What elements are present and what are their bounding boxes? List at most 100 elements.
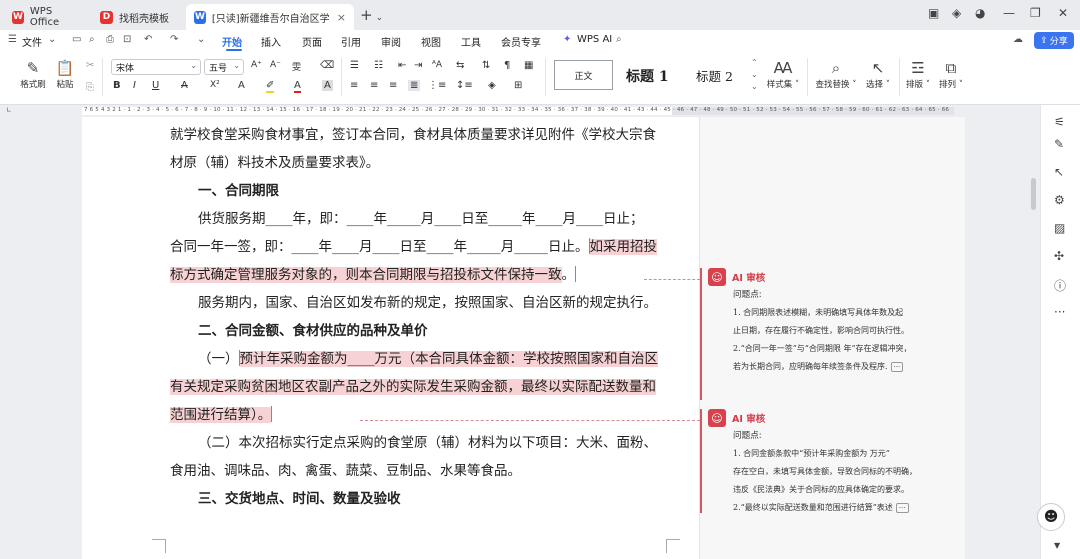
align-center-icon[interactable]: ≡ bbox=[370, 80, 378, 91]
border-icon[interactable]: ⊞ bbox=[514, 80, 522, 91]
sort-icon[interactable]: ⇅ bbox=[482, 60, 490, 71]
char-shading-icon[interactable]: A bbox=[322, 80, 333, 91]
scroll-down-icon[interactable]: ▼ bbox=[1054, 541, 1060, 550]
distributed-icon[interactable]: ⋮≡ bbox=[428, 80, 446, 91]
ai-review-card[interactable]: ☺ AI 审核 问题点: 1. 合同金额条款中“预计年采购金额为 万元” 存在空… bbox=[700, 409, 960, 513]
wps-ai-icon[interactable]: ✦ bbox=[563, 34, 571, 45]
bullet-list-icon[interactable]: ☰ bbox=[350, 60, 359, 71]
hamburger-icon[interactable]: ☰ bbox=[8, 34, 17, 45]
help-icon[interactable]: ⓘ bbox=[1054, 277, 1066, 294]
layout-button[interactable]: ☲ 排版 ˅ bbox=[903, 58, 933, 90]
document-page[interactable]: 就学校食堂采购食材事宜，签订本合同，食材具体质量要求详见附件《学校大宗食 材原（… bbox=[82, 117, 699, 559]
line-spacing-icon[interactable]: ↕≡ bbox=[456, 80, 473, 91]
pen-icon[interactable]: ✎ bbox=[1054, 137, 1064, 151]
copy-icon[interactable]: ⎘ bbox=[86, 82, 94, 93]
minimize-icon[interactable]: — bbox=[1003, 6, 1015, 20]
cloud-icon[interactable]: ☁ bbox=[1013, 34, 1023, 45]
undo-icon[interactable]: ↶ bbox=[144, 34, 152, 45]
format-painter-button[interactable]: ✎ 格式刷 bbox=[18, 58, 48, 90]
layout-icon[interactable]: ▣ bbox=[928, 6, 939, 20]
align-right-icon[interactable]: ≡ bbox=[389, 80, 397, 91]
font-color-icon[interactable]: A bbox=[294, 80, 301, 93]
style-heading-1[interactable]: 标题 1 bbox=[626, 66, 669, 86]
highlighted-text[interactable]: 如采用招投 bbox=[589, 239, 657, 255]
line-wrap-icon[interactable]: ⇆ bbox=[456, 60, 464, 71]
underline-icon[interactable]: U bbox=[152, 80, 159, 91]
paste-button[interactable]: 📋 粘贴 bbox=[52, 58, 78, 90]
numbered-list-icon[interactable]: ☷ bbox=[374, 60, 383, 71]
redo-icon[interactable]: ↷ bbox=[170, 34, 178, 45]
cut-icon[interactable]: ✂ bbox=[86, 60, 94, 71]
strikethrough-icon[interactable]: A bbox=[181, 80, 188, 91]
select-button[interactable]: ↖ 选择 ˅ bbox=[862, 58, 894, 90]
align-left-icon[interactable]: ≡ bbox=[350, 80, 358, 91]
image-edit-icon[interactable]: ▨ bbox=[1054, 221, 1065, 235]
highlight-icon[interactable]: ✐ bbox=[266, 80, 275, 93]
menu-view[interactable]: 视图 bbox=[421, 34, 441, 49]
more-icon[interactable]: ··· bbox=[1054, 305, 1065, 319]
text-effect-icon[interactable]: A bbox=[238, 80, 245, 91]
preview-icon[interactable]: ⊡ bbox=[123, 34, 131, 45]
menu-tools[interactable]: 工具 bbox=[461, 34, 481, 49]
font-size-select[interactable]: 五号 ⌄ bbox=[204, 59, 244, 75]
shrink-font-icon[interactable]: A⁻ bbox=[270, 60, 281, 70]
menu-page[interactable]: 页面 bbox=[302, 34, 322, 49]
cursor-icon[interactable]: ↖ bbox=[1054, 165, 1064, 179]
highlighted-text[interactable]: 预计年采购金额为____万元（本合同具体金额：学校按照国家和自治区 bbox=[239, 351, 658, 367]
chevron-down-icon[interactable]: ⌄ bbox=[48, 34, 56, 45]
find-replace-button[interactable]: ⌕ 查找替换 ˅ bbox=[813, 58, 859, 90]
show-marks-icon[interactable]: ¶ bbox=[504, 60, 510, 71]
pin-icon[interactable]: ⌕ bbox=[89, 34, 95, 45]
highlighted-text[interactable]: 范围进行结算）。 bbox=[170, 407, 272, 423]
clear-format-icon[interactable]: ⌫ bbox=[320, 60, 334, 71]
style-set-button[interactable]: Ꜳ 样式集 ˅ bbox=[763, 58, 803, 90]
shading-icon[interactable]: ◈ bbox=[488, 80, 496, 91]
save-icon[interactable]: ▭ bbox=[72, 34, 81, 45]
menu-insert[interactable]: 插入 bbox=[261, 34, 281, 49]
avatar[interactable]: ◕ bbox=[975, 6, 985, 20]
expand-styles-icon[interactable]: ⌄ bbox=[751, 82, 758, 91]
phonetic-icon[interactable]: 雯 bbox=[292, 60, 301, 73]
indent-icon[interactable]: ⇥ bbox=[414, 60, 422, 71]
tab-stop-icon[interactable]: ∟ bbox=[6, 106, 12, 114]
ai-review-card[interactable]: ☺ AI 审核 问题点: 1. 合同期限表述模糊，未明确填写具体年数及起 止日期… bbox=[700, 268, 960, 400]
horizontal-ruler[interactable]: ∟ 7 6 5 4 3 2 1 · 1 · 2 · 3 · 4 · 5 · 6 … bbox=[0, 105, 1040, 117]
menu-reference[interactable]: 引用 bbox=[341, 34, 361, 49]
style-normal[interactable]: 正文 bbox=[554, 60, 613, 90]
text-direction-icon[interactable]: ᴬA bbox=[432, 60, 442, 70]
tab-document[interactable]: W [只读]新疆维吾尔自治区学校食 × bbox=[186, 4, 354, 30]
restore-icon[interactable]: ❐ bbox=[1030, 6, 1041, 20]
new-tab-button[interactable]: + ⌄ bbox=[360, 6, 383, 24]
menu-review[interactable]: 审阅 bbox=[381, 34, 401, 49]
scroll-up-icon[interactable]: ⌃ bbox=[751, 58, 758, 67]
font-name-select[interactable]: 宋体 ⌄ bbox=[111, 59, 201, 75]
highlighted-text[interactable]: 有关规定采购贫困地区农副产品之外的实际发生采购金额，最终以实际配送数量和 bbox=[170, 379, 656, 395]
menu-home[interactable]: 开始 bbox=[222, 34, 242, 49]
tab-docer[interactable]: D 找稻壳模板 bbox=[92, 4, 182, 30]
share-button[interactable]: ⇪ 分享 bbox=[1034, 32, 1074, 49]
grow-font-icon[interactable]: A⁺ bbox=[251, 60, 262, 70]
more-button[interactable]: ··· bbox=[895, 503, 909, 513]
italic-icon[interactable]: I bbox=[133, 80, 136, 91]
search-icon[interactable]: ⌕ bbox=[616, 34, 622, 45]
sliders-icon[interactable]: ⚟ bbox=[1054, 115, 1065, 129]
chevron-down-icon[interactable]: ⌄ bbox=[376, 13, 384, 23]
menu-file[interactable]: 文件 bbox=[22, 34, 42, 49]
assistant-avatar[interactable]: ☻ bbox=[1037, 503, 1065, 531]
style-heading-2[interactable]: 标题 2 bbox=[696, 66, 733, 85]
arrange-button[interactable]: ⧉ 排列 ˅ bbox=[936, 58, 966, 90]
table-icon[interactable]: ▦ bbox=[524, 60, 533, 71]
vertical-scrollbar[interactable] bbox=[1031, 178, 1036, 210]
close-icon[interactable]: × bbox=[337, 11, 346, 24]
print-icon[interactable]: ⎙ bbox=[106, 34, 114, 45]
chevron-down-icon[interactable]: ⌄ bbox=[197, 34, 205, 45]
tools-icon[interactable]: ✣ bbox=[1054, 249, 1064, 263]
settings-sliders-icon[interactable]: ⚙ bbox=[1054, 193, 1065, 207]
highlighted-text[interactable]: 标方式确定管理服务对象的，则本合同期限与招投标文件保持一致 bbox=[170, 267, 562, 283]
superscript-icon[interactable]: X² bbox=[210, 80, 220, 90]
outdent-icon[interactable]: ⇤ bbox=[398, 60, 406, 71]
menu-member[interactable]: 会员专享 bbox=[501, 34, 541, 49]
bold-icon[interactable]: B bbox=[113, 80, 121, 91]
close-window-icon[interactable]: ✕ bbox=[1058, 6, 1068, 20]
tab-wps-office[interactable]: W WPS Office bbox=[4, 4, 88, 30]
